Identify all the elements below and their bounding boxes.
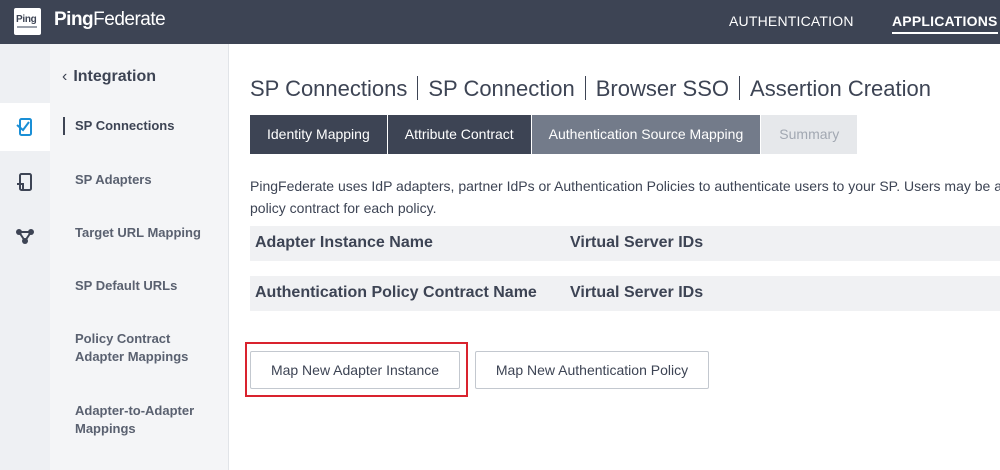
breadcrumb-sp-connections[interactable]: SP Connections [250, 76, 407, 101]
subnav-item-target-url-mapping[interactable]: Target URL Mapping [75, 224, 215, 242]
wizard-tabs: Identity Mapping Attribute Contract Auth… [250, 115, 859, 154]
back-label: Integration [73, 68, 156, 85]
nav-applications[interactable]: APPLICATIONS [892, 13, 998, 34]
column-virtual-server-ids: Virtual Server IDs [570, 284, 704, 301]
tab-summary: Summary [761, 115, 859, 154]
rail-item-target-mapping[interactable] [0, 212, 50, 260]
subnav-item-policy-contract-adapter-mappings[interactable]: Policy Contract Adapter Mappings [75, 330, 215, 366]
breadcrumb-assertion-creation: Assertion Creation [750, 76, 931, 101]
sp-adapters-icon [17, 173, 32, 191]
adapter-instance-table-header: Adapter Instance Name Virtual Server IDs [250, 226, 1000, 261]
chevron-left-icon: ‹ [62, 68, 68, 85]
map-new-adapter-instance-button[interactable]: Map New Adapter Instance [250, 351, 460, 389]
ping-logo-icon: Ping [14, 8, 41, 35]
breadcrumb-browser-sso[interactable]: Browser SSO [596, 76, 729, 101]
rail-item-sp-connections[interactable] [0, 103, 50, 151]
sp-connections-icon [16, 118, 32, 136]
top-bar: Ping PingFederate AUTHENTICATION APPLICA… [0, 0, 1000, 44]
map-new-authentication-policy-button[interactable]: Map New Authentication Policy [475, 351, 709, 389]
back-link[interactable]: ‹ Integration [62, 68, 156, 86]
policy-contract-table-header: Authentication Policy Contract Name Virt… [250, 276, 1000, 311]
description-line-1: PingFederate uses IdP adapters, partner … [250, 178, 1000, 194]
column-virtual-server-ids: Virtual Server IDs [570, 234, 704, 251]
target-mapping-icon [16, 229, 34, 244]
breadcrumb-sp-connection[interactable]: SP Connection [428, 76, 574, 101]
description-line-2: policy contract for each policy. [250, 200, 437, 216]
brand-prefix: Ping [54, 9, 94, 30]
column-adapter-instance-name: Adapter Instance Name [255, 234, 433, 251]
nav-authentication[interactable]: AUTHENTICATION [729, 13, 854, 29]
tab-attribute-contract[interactable]: Attribute Contract [387, 115, 532, 154]
brand-suffix: Federate [93, 9, 166, 30]
breadcrumb: SP Connections SP Connection Browser SSO As… [250, 76, 931, 102]
secondary-nav: ‹ Integration SP Connections SP Adapters … [50, 44, 229, 470]
tab-authentication-source-mapping[interactable]: Authentication Source Mapping [531, 115, 762, 154]
subnav-item-sp-adapters[interactable]: SP Adapters [75, 171, 215, 189]
subnav-item-sp-connections[interactable]: SP Connections [63, 117, 215, 135]
tab-identity-mapping[interactable]: Identity Mapping [250, 115, 388, 154]
description: PingFederate uses IdP adapters, partner … [250, 175, 1000, 219]
brand-name: PingFederate [54, 9, 166, 31]
rail-item-sp-adapters[interactable] [0, 158, 50, 206]
icon-rail [0, 44, 50, 470]
column-authentication-policy-contract-name: Authentication Policy Contract Name [255, 284, 537, 301]
subnav-item-adapter-to-adapter-mappings[interactable]: Adapter-to-Adapter Mappings [75, 402, 215, 438]
subnav-item-sp-default-urls[interactable]: SP Default URLs [75, 277, 215, 295]
